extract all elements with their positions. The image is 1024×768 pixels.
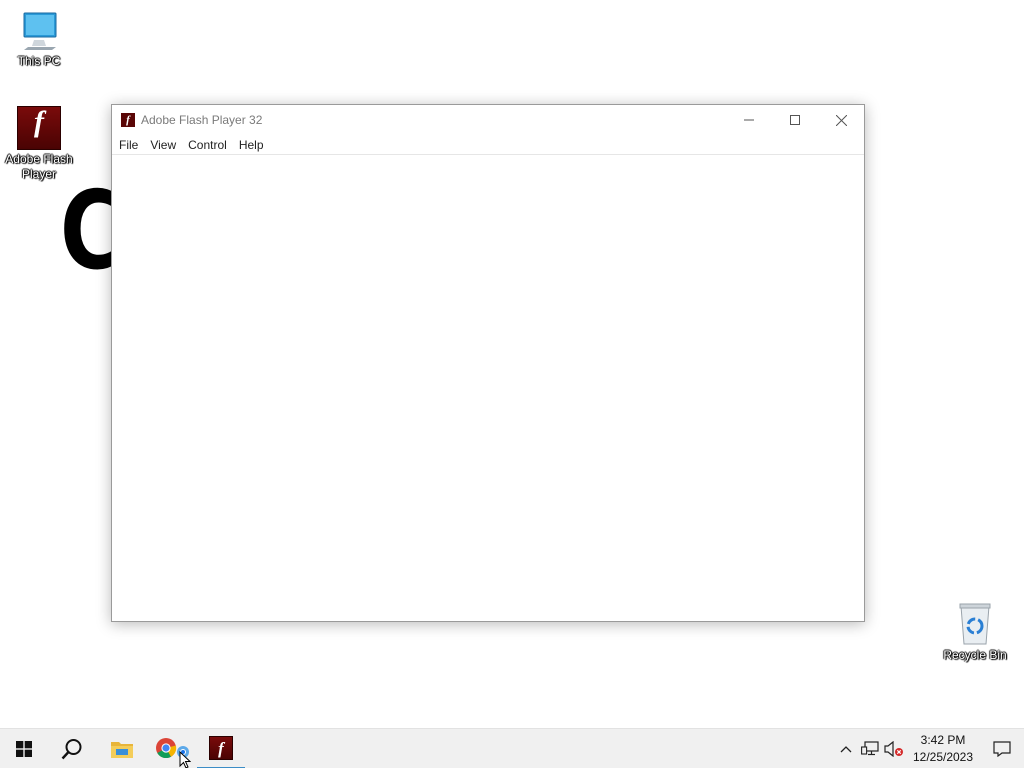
clock[interactable]: 3:42 PM 12/25/2023	[906, 732, 980, 766]
window-titlebar[interactable]: f Adobe Flash Player 32	[112, 105, 864, 135]
desktop-icon-recycle-bin[interactable]: Recycle Bin	[937, 602, 1013, 663]
menu-help[interactable]: Help	[233, 135, 270, 155]
desktop-icon-label: Recycle Bin	[943, 648, 1007, 662]
search-icon	[61, 739, 82, 760]
folder-icon	[111, 742, 133, 758]
notification-icon	[993, 741, 1011, 757]
flash-player-icon: f	[121, 113, 135, 127]
recycle-bin-icon	[959, 603, 991, 645]
windows-logo-icon	[16, 741, 32, 757]
flash-player-icon: f	[209, 736, 233, 760]
chevron-up-icon	[840, 746, 852, 753]
show-hidden-icons-button[interactable]	[834, 729, 858, 768]
action-center-button[interactable]	[980, 729, 1024, 768]
close-icon	[835, 114, 847, 126]
volume-button[interactable]	[882, 729, 906, 768]
menu-view[interactable]: View	[144, 135, 182, 155]
file-explorer-button[interactable]	[98, 729, 146, 768]
system-tray: 3:42 PM 12/25/2023	[834, 729, 1024, 768]
close-button[interactable]	[818, 105, 864, 135]
window-title: Adobe Flash Player 32	[141, 113, 263, 127]
clock-date: 12/25/2023	[912, 750, 974, 764]
menu-bar: File View Control Help	[112, 135, 864, 155]
minimize-button[interactable]	[726, 105, 772, 135]
volume-muted-icon	[884, 741, 903, 757]
computer-icon	[23, 12, 57, 50]
desktop-icon-label: This PC	[17, 54, 61, 68]
maximize-icon	[790, 115, 800, 125]
start-button[interactable]	[0, 729, 48, 768]
menu-file[interactable]: File	[113, 135, 144, 155]
player-content-area[interactable]	[112, 156, 864, 621]
network-button[interactable]	[858, 729, 882, 768]
mouse-cursor-icon	[179, 751, 191, 768]
minimize-icon	[744, 119, 754, 121]
search-button[interactable]	[48, 729, 96, 768]
clock-time: 3:42 PM	[920, 733, 966, 747]
maximize-button[interactable]	[772, 105, 818, 135]
flash-player-window[interactable]: f Adobe Flash Player 32 File View Contro…	[111, 104, 865, 622]
desktop-icon-this-pc[interactable]: This PC	[1, 10, 77, 69]
flash-player-icon: f	[17, 106, 61, 150]
network-icon	[861, 741, 879, 756]
taskbar: f 3:42 PM 12/25/2023	[0, 728, 1024, 768]
flash-player-taskbar-button[interactable]: f	[197, 729, 245, 768]
menu-control[interactable]: Control	[182, 135, 233, 155]
